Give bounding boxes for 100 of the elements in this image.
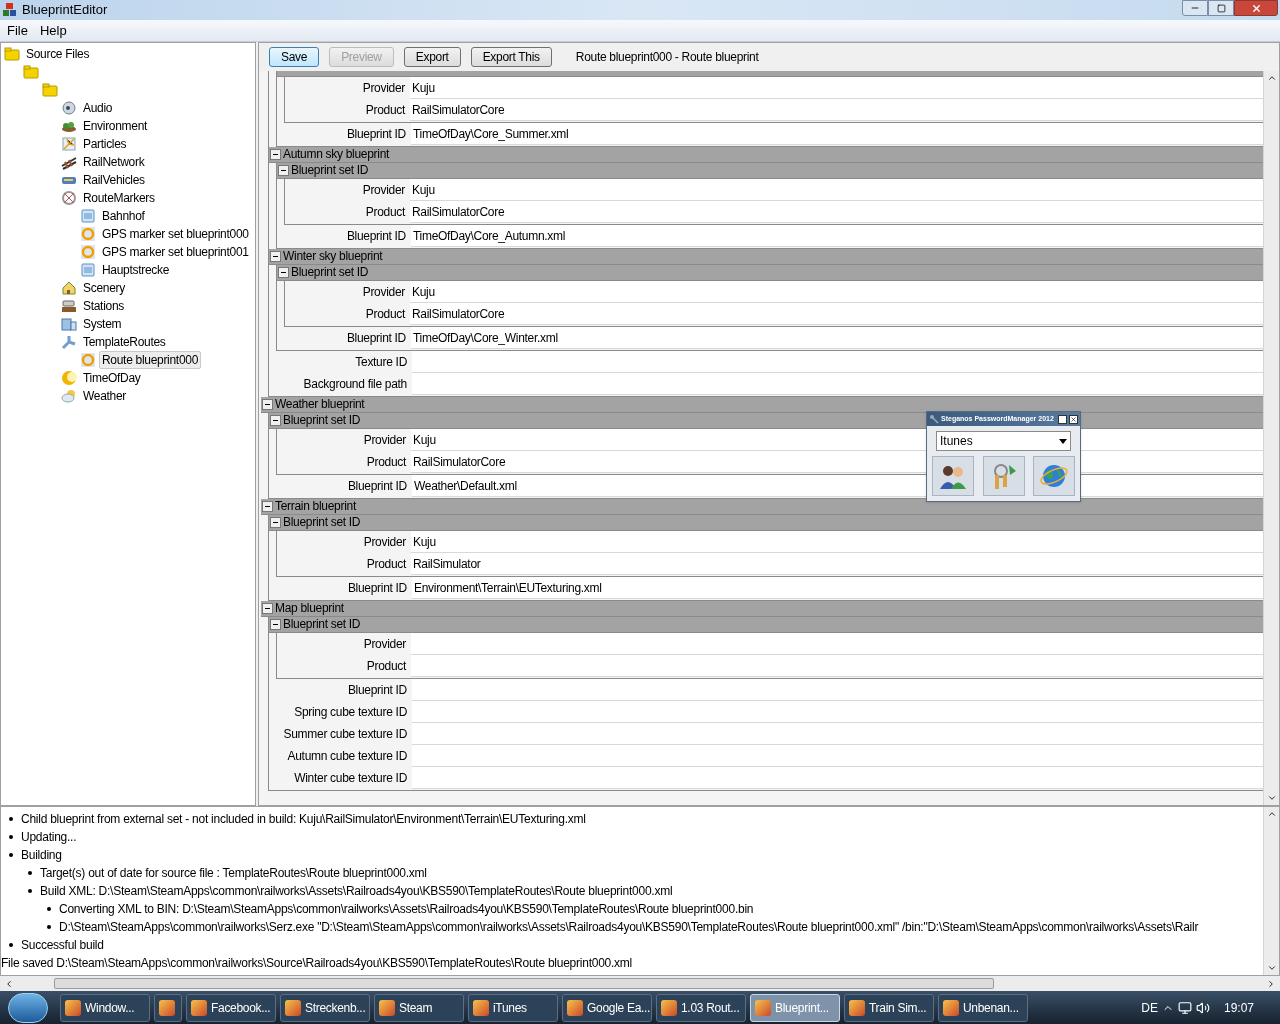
tree-item[interactable]: Environment — [80, 117, 151, 135]
scroll-up-icon[interactable] — [1266, 809, 1277, 819]
tree-item[interactable]: GPS marker set blueprint000 — [99, 225, 252, 243]
log-scrollbar[interactable] — [1263, 807, 1279, 975]
group-header[interactable]: Blueprint set ID — [269, 515, 1263, 531]
collapse-icon[interactable] — [270, 149, 281, 160]
collapse-icon[interactable] — [270, 517, 281, 528]
group-header[interactable]: Blueprint set ID — [277, 163, 1263, 179]
app-icon — [2, 2, 18, 18]
tree-item[interactable]: Audio — [80, 99, 116, 117]
property-value[interactable]: Kuju — [410, 77, 1263, 99]
property-value[interactable]: TimeOfDay\Core_Autumn.xml — [411, 225, 1263, 247]
app-icon — [285, 999, 301, 1016]
language-indicator[interactable]: DE — [1141, 998, 1158, 1017]
tree-item[interactable]: Source Files — [23, 45, 93, 63]
scroll-up-icon[interactable] — [1266, 73, 1277, 83]
scroll-left-icon[interactable] — [4, 978, 14, 989]
taskbar-button[interactable] — [154, 993, 182, 1022]
users-button[interactable] — [932, 456, 974, 496]
taskbar-button[interactable]: Unbenan... — [938, 993, 1028, 1022]
group-header[interactable]: Blueprint set ID — [277, 265, 1263, 281]
site-dropdown[interactable]: Itunes — [936, 431, 1071, 451]
taskbar-button[interactable]: iTunes — [468, 993, 558, 1022]
tree-item[interactable]: RailNetwork — [80, 153, 148, 171]
property-label: Provider — [361, 284, 406, 301]
scroll-right-icon[interactable] — [1266, 978, 1276, 989]
tree-item[interactable]: Particles — [80, 135, 130, 153]
taskbar-button[interactable]: Train Sim... — [844, 993, 934, 1022]
collapse-icon[interactable] — [262, 399, 273, 410]
property-value[interactable]: RailSimulatorCore — [410, 99, 1263, 121]
property-label: Provider — [362, 432, 407, 449]
group-header[interactable]: Blueprint set ID — [269, 617, 1263, 633]
tree-item[interactable]: TemplateRoutes — [80, 333, 169, 351]
group-header[interactable]: Terrain blueprint — [261, 499, 1263, 515]
log-line: Successful build — [21, 937, 104, 954]
tree-item[interactable]: Scenery — [80, 279, 128, 297]
property-label: Texture ID — [354, 354, 408, 371]
property-value[interactable]: RailSimulatorCore — [410, 201, 1263, 223]
scroll-down-icon[interactable] — [1266, 793, 1277, 803]
taskbar-button[interactable]: Google Ea... — [562, 993, 652, 1022]
taskbar-button[interactable]: Window... — [60, 993, 150, 1022]
toolbar-button[interactable]: Export This — [470, 47, 552, 67]
collapse-icon[interactable] — [278, 165, 289, 176]
minimize-button[interactable] — [1182, 0, 1208, 16]
collapse-icon[interactable] — [278, 267, 289, 278]
tree-item[interactable]: Stations — [80, 297, 127, 315]
tree-item[interactable]: System — [80, 315, 125, 333]
collapse-icon[interactable] — [270, 619, 281, 630]
collapse-icon[interactable] — [270, 415, 281, 426]
tree-item[interactable]: TimeOfDay — [80, 369, 144, 387]
group-header[interactable]: Winter sky blueprint — [269, 249, 1263, 265]
toolbar-button[interactable]: Export — [403, 47, 461, 67]
maximize-button[interactable] — [1208, 0, 1234, 16]
property-value[interactable]: Environment\Terrain\EUTexturing.xml — [412, 577, 1263, 599]
collapse-icon[interactable] — [262, 501, 273, 512]
menu-item[interactable]: Help — [34, 20, 72, 41]
menu-item[interactable]: File — [2, 20, 33, 41]
tree-item[interactable]: Hauptstrecke — [99, 261, 173, 279]
document-icon — [80, 208, 96, 224]
group-header[interactable]: Autumn sky blueprint — [269, 147, 1263, 163]
tree-item[interactable]: RouteMarkers — [80, 189, 158, 207]
group-header[interactable]: Map blueprint — [261, 601, 1263, 617]
collapse-icon[interactable] — [270, 251, 281, 262]
start-button[interactable] — [8, 992, 48, 1023]
property-value[interactable]: Kuju — [411, 531, 1263, 553]
sparkle-icon — [61, 136, 77, 152]
toolbar-button[interactable]: Save — [269, 47, 320, 67]
tree-item[interactable]: Route blueprint000 — [99, 351, 201, 369]
taskbar-button[interactable]: Steam — [374, 993, 464, 1022]
horizontal-scrollbar[interactable] — [0, 976, 1280, 991]
close-icon[interactable] — [1069, 414, 1078, 424]
property-value[interactable]: Kuju — [410, 179, 1263, 201]
app-icon — [661, 999, 677, 1016]
volume-icon[interactable] — [1196, 1000, 1210, 1015]
tree-item[interactable]: GPS marker set blueprint001 — [99, 243, 252, 261]
scroll-thumb[interactable] — [54, 978, 994, 989]
taskbar-button[interactable]: 1.03 Rout... — [656, 993, 746, 1022]
close-button[interactable] — [1234, 0, 1278, 16]
clock[interactable]: 19:07 — [1224, 998, 1274, 1017]
group-header[interactable]: Weather blueprint — [261, 397, 1263, 413]
bullet-icon — [28, 871, 32, 875]
property-value[interactable]: TimeOfDay\Core_Winter.xml — [411, 327, 1263, 349]
property-value[interactable]: RailSimulator — [411, 553, 1263, 575]
keys-button[interactable] — [982, 456, 1025, 496]
property-value[interactable]: TimeOfDay\Core_Summer.xml — [411, 123, 1263, 145]
network-icon[interactable] — [1178, 1000, 1192, 1015]
property-value[interactable]: RailSimulatorCore — [410, 303, 1263, 325]
browser-button[interactable] — [1033, 456, 1075, 496]
property-label: Product — [365, 658, 408, 675]
tree-item[interactable]: RailVehicles — [80, 171, 148, 189]
folder-icon — [4, 46, 20, 62]
pin-icon[interactable] — [1058, 414, 1067, 424]
collapse-icon[interactable] — [262, 603, 273, 614]
taskbar-button[interactable]: Facebook... — [186, 993, 276, 1022]
property-value[interactable]: Kuju — [410, 281, 1263, 303]
taskbar-button[interactable]: Streckenb... — [280, 993, 370, 1022]
tree-item[interactable]: Weather — [80, 387, 130, 405]
grid-scrollbar[interactable] — [1263, 71, 1279, 805]
scroll-down-icon[interactable] — [1266, 963, 1277, 973]
tree-item[interactable]: Bahnhof — [99, 207, 148, 225]
